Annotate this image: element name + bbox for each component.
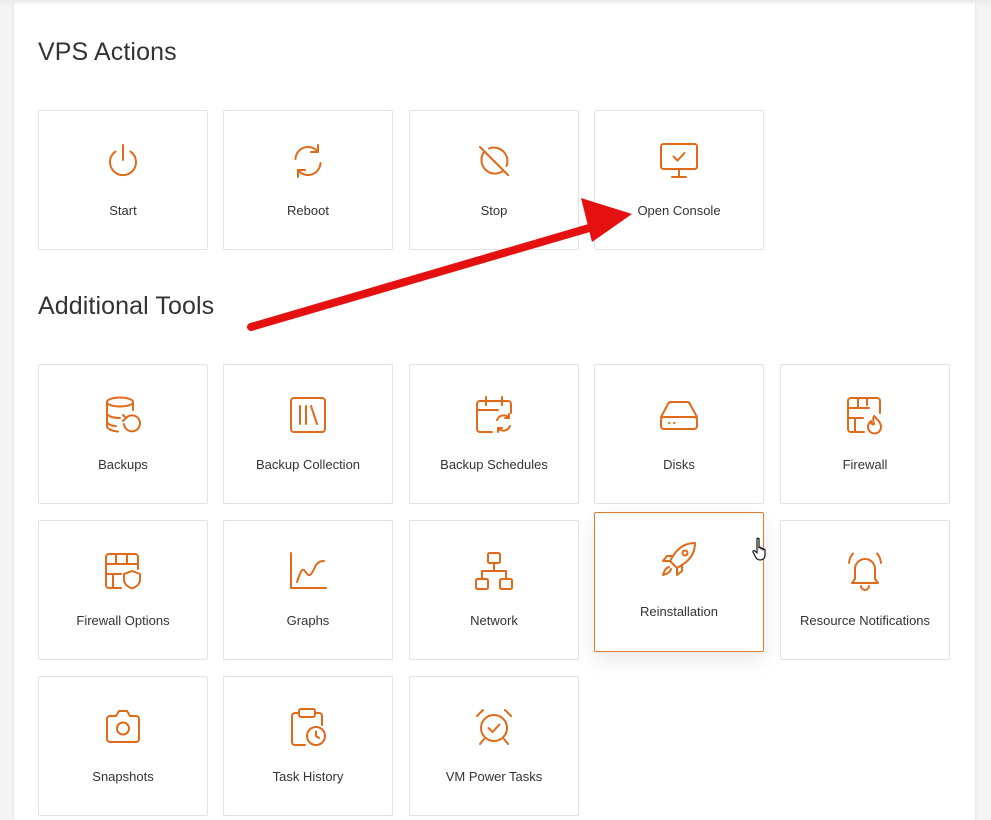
- open-console-label: Open Console: [637, 203, 721, 218]
- backups-button[interactable]: Backups: [38, 364, 208, 504]
- firewall-label: Firewall: [842, 457, 888, 472]
- backup-schedules-button[interactable]: Backup Schedules: [409, 364, 579, 504]
- open-console-button[interactable]: Open Console: [594, 110, 764, 250]
- snapshots-button[interactable]: Snapshots: [38, 676, 208, 816]
- top-shadow: [0, 0, 991, 6]
- alarm-clock-check-icon: [476, 709, 512, 745]
- line-chart-icon: [290, 552, 327, 589]
- reinstallation-button[interactable]: Reinstallation: [594, 512, 764, 652]
- network-icon: [475, 552, 513, 590]
- firewall-button[interactable]: Firewall: [780, 364, 950, 504]
- reboot-button[interactable]: Reboot: [223, 110, 393, 250]
- reinstallation-label: Reinstallation: [639, 604, 719, 619]
- reboot-icon: [294, 144, 322, 178]
- firewall-flame-icon: [847, 397, 882, 435]
- network-button[interactable]: Network: [409, 520, 579, 660]
- task-history-label: Task History: [272, 769, 344, 784]
- vm-power-tasks-label: VM Power Tasks: [445, 769, 543, 784]
- firewall-options-label: Firewall Options: [76, 613, 170, 628]
- disks-button[interactable]: Disks: [594, 364, 764, 504]
- reboot-label: Reboot: [287, 203, 329, 218]
- resource-notifications-label: Resource Notifications: [799, 613, 931, 628]
- disks-label: Disks: [663, 457, 695, 472]
- task-history-button[interactable]: Task History: [223, 676, 393, 816]
- stop-button[interactable]: Stop: [409, 110, 579, 250]
- network-label: Network: [470, 613, 518, 628]
- firewall-shield-icon: [105, 553, 141, 590]
- snapshots-label: Snapshots: [92, 769, 154, 784]
- calendar-sync-icon: [476, 396, 512, 433]
- vps-actions-heading: VPS Actions: [38, 38, 177, 66]
- rocket-icon: [662, 542, 696, 576]
- graphs-button[interactable]: Graphs: [223, 520, 393, 660]
- camera-icon: [106, 710, 140, 743]
- hard-drive-icon: [660, 401, 698, 430]
- firewall-options-button[interactable]: Firewall Options: [38, 520, 208, 660]
- library-icon: [290, 397, 326, 433]
- monitor-check-icon: [660, 143, 698, 178]
- start-button[interactable]: Start: [38, 110, 208, 250]
- additional-tools-heading: Additional Tools: [38, 292, 215, 320]
- backup-collection-button[interactable]: Backup Collection: [223, 364, 393, 504]
- stop-label: Stop: [480, 203, 508, 218]
- resource-notifications-button[interactable]: Resource Notifications: [780, 520, 950, 660]
- start-label: Start: [109, 203, 137, 218]
- backup-collection-label: Backup Collection: [255, 457, 361, 472]
- backups-label: Backups: [98, 457, 148, 472]
- hand-cursor-icon: [752, 537, 766, 561]
- backup-schedules-label: Backup Schedules: [440, 457, 548, 472]
- database-restore-icon: [106, 396, 141, 433]
- clipboard-clock-icon: [291, 708, 326, 746]
- graphs-label: Graphs: [286, 613, 330, 628]
- vm-power-tasks-button[interactable]: VM Power Tasks: [409, 676, 579, 816]
- power-icon: [109, 144, 137, 177]
- bell-ring-icon: [848, 552, 882, 591]
- stop-icon: [479, 146, 509, 176]
